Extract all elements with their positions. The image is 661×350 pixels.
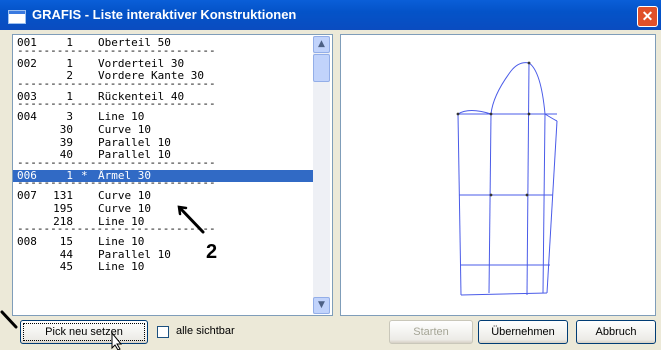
annotation-overlay (0, 205, 205, 350)
mouse-cursor-icon (111, 331, 123, 350)
annotation-number: 2 (206, 241, 218, 263)
annotation-arrow-2 (178, 206, 205, 234)
annotation-arrow-pick (0, 310, 18, 329)
